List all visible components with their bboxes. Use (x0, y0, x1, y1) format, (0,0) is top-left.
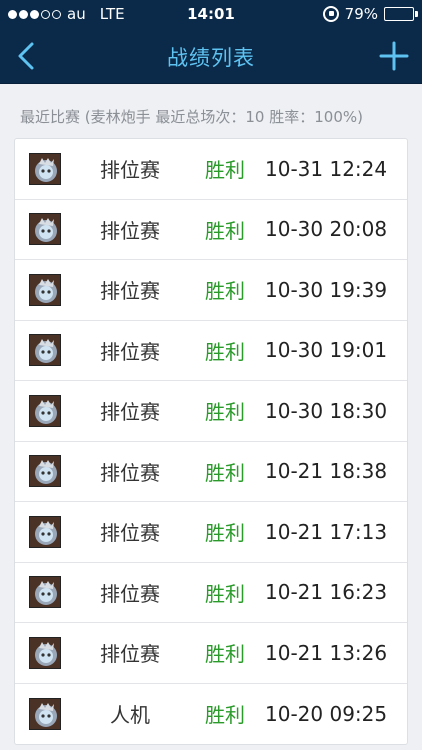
status-bar: au LTE 14:01 79% (0, 0, 422, 28)
match-mode: 排位赛 (100, 521, 160, 546)
match-mode: 排位赛 (100, 158, 160, 183)
match-time: 10-30 19:01 (265, 338, 388, 363)
match-result: 胜利 (205, 279, 245, 304)
champion-avatar (29, 273, 61, 306)
match-row[interactable]: 排位赛 胜利 10-21 16:23 (15, 563, 407, 623)
match-mode: 排位赛 (100, 218, 160, 243)
page-title: 战绩列表 (167, 46, 255, 70)
match-mode: 排位赛 (100, 642, 160, 667)
champion-avatar (29, 334, 61, 367)
match-result: 胜利 (205, 218, 245, 243)
status-right: 79% (322, 5, 418, 23)
nav-bar: 战绩列表 (0, 28, 422, 84)
match-result: 胜利 (205, 703, 245, 728)
champion-avatar (29, 636, 61, 669)
match-mode: 人机 (110, 703, 150, 728)
plus-icon[interactable] (378, 40, 410, 72)
match-mode: 排位赛 (100, 279, 160, 304)
recent-summary: 最近比赛 (麦林炮手 最近总场次：10 胜率：100%) (20, 108, 363, 126)
match-mode: 排位赛 (100, 400, 160, 425)
match-time: 10-31 12:24 (265, 156, 388, 181)
match-row[interactable]: 排位赛 胜利 10-30 19:01 (15, 321, 407, 381)
match-time: 10-21 13:26 (265, 640, 388, 665)
match-row[interactable]: 排位赛 胜利 10-30 19:39 (15, 260, 407, 321)
match-mode: 排位赛 (100, 339, 160, 364)
champion-avatar (29, 213, 61, 246)
match-row[interactable]: 排位赛 胜利 10-31 12:24 (15, 139, 407, 200)
match-result: 胜利 (205, 581, 245, 606)
champion-avatar (29, 152, 61, 185)
match-result: 胜利 (205, 339, 245, 364)
match-mode: 排位赛 (100, 460, 160, 485)
champion-avatar (29, 515, 61, 548)
match-mode: 排位赛 (100, 581, 160, 606)
orientation-lock-icon (322, 6, 339, 22)
champion-avatar (29, 455, 61, 488)
match-list: 排位赛 胜利 10-31 12:24 排位赛 胜利 10-30 20:08 排位… (14, 138, 408, 745)
match-row[interactable]: 人机 胜利 10-20 09:25 (15, 684, 407, 745)
battery-icon (384, 7, 418, 21)
match-time: 10-21 17:13 (265, 519, 388, 544)
champion-avatar (29, 394, 61, 427)
match-row[interactable]: 排位赛 胜利 10-30 20:08 (15, 200, 407, 260)
match-result: 胜利 (205, 158, 245, 183)
match-time: 10-21 16:23 (265, 580, 388, 605)
match-time: 10-30 20:08 (265, 217, 388, 242)
match-row[interactable]: 排位赛 胜利 10-21 17:13 (15, 502, 407, 563)
champion-avatar (29, 697, 61, 730)
match-time: 10-30 19:39 (265, 277, 388, 302)
champion-avatar (29, 576, 61, 609)
match-row[interactable]: 排位赛 胜利 10-21 18:38 (15, 442, 407, 502)
match-time: 10-30 18:30 (265, 398, 388, 423)
match-row[interactable]: 排位赛 胜利 10-30 18:30 (15, 381, 407, 442)
match-result: 胜利 (205, 642, 245, 667)
match-result: 胜利 (205, 521, 245, 546)
match-result: 胜利 (205, 460, 245, 485)
battery-percent: 79% (344, 5, 378, 23)
match-row[interactable]: 排位赛 胜利 10-21 13:26 (15, 623, 407, 684)
match-time: 10-20 09:25 (265, 701, 388, 726)
match-result: 胜利 (205, 400, 245, 425)
match-time: 10-21 18:38 (265, 459, 388, 484)
